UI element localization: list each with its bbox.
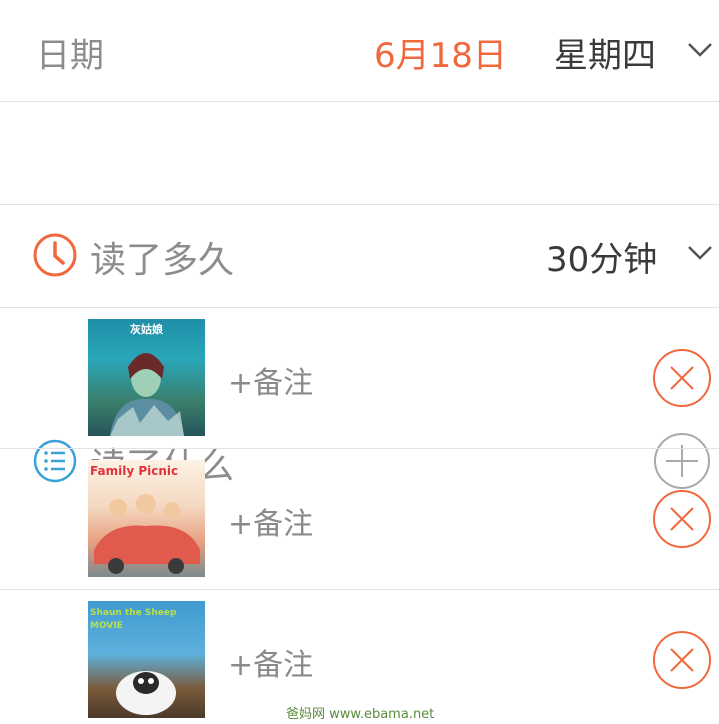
books-header-row: 读了什么	[0, 205, 719, 489]
book-cover[interactable]: Family Picnic	[88, 460, 205, 577]
add-note-button[interactable]: +备注	[228, 640, 313, 684]
book-cover[interactable]: Shaun the Sheep MOVIE	[88, 601, 205, 718]
remove-book-button[interactable]	[652, 630, 712, 690]
book-cover-title: Shaun the Sheep MOVIE	[90, 608, 177, 631]
chevron-down-icon[interactable]	[686, 40, 714, 60]
add-note-button[interactable]: +备注	[228, 499, 313, 543]
book-cover[interactable]: 灰姑娘	[88, 319, 205, 436]
book-cover-title: Family Picnic	[90, 464, 179, 478]
duration-row[interactable]: 读了多久 30分钟	[0, 102, 719, 281]
add-note-button[interactable]: +备注	[228, 358, 313, 402]
watermark: 爸妈网 www.ebama.net	[286, 707, 435, 722]
date-row[interactable]: 日期 6月18日 星期四	[0, 0, 719, 102]
book-list-item: 灰姑娘 +备注	[0, 308, 719, 449]
date-label: 日期	[36, 36, 104, 76]
book-cover-title: 灰姑娘	[130, 323, 163, 336]
weekday-value[interactable]: 星期四	[554, 28, 656, 77]
book-list-item: Family Picnic +备注	[0, 449, 719, 590]
remove-book-button[interactable]	[652, 489, 712, 549]
remove-book-button[interactable]	[652, 348, 712, 408]
date-value[interactable]: 6月18日	[374, 28, 507, 77]
